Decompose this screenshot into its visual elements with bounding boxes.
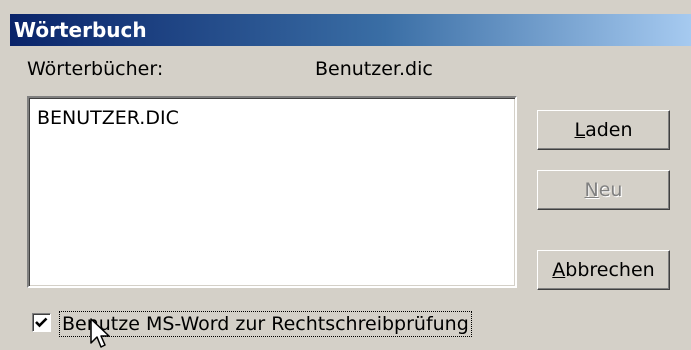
list-item[interactable]: BENUTZER.DIC (37, 106, 179, 130)
new-button-label: eu (598, 179, 623, 201)
new-button[interactable]: Neu (537, 170, 670, 210)
check-icon (35, 317, 48, 328)
dictionary-list[interactable]: BENUTZER.DIC (27, 96, 517, 288)
cancel-button[interactable]: Abbrechen (537, 250, 670, 290)
current-dictionary-value: Benutzer.dic (315, 58, 433, 80)
use-msword-checkbox-label[interactable]: Benutze MS-Word zur Rechtschreibprüfung (59, 311, 472, 337)
load-button[interactable]: Laden (537, 110, 670, 150)
load-button-mnemonic: L (574, 119, 586, 141)
mouse-pointer-icon (90, 318, 110, 348)
window-title: Wörterbuch (14, 18, 147, 42)
title-bar[interactable]: Wörterbuch (10, 14, 691, 46)
new-button-mnemonic: N (584, 179, 599, 201)
dictionary-dialog: Wörterbuch Wörterbücher: Benutzer.dic BE… (0, 0, 691, 350)
use-msword-checkbox[interactable] (32, 313, 51, 332)
dictionaries-label: Wörterbücher: (27, 58, 164, 80)
cancel-button-label: bbrechen (565, 259, 655, 281)
load-button-label: aden (585, 119, 633, 141)
cancel-button-mnemonic: A (552, 259, 566, 281)
